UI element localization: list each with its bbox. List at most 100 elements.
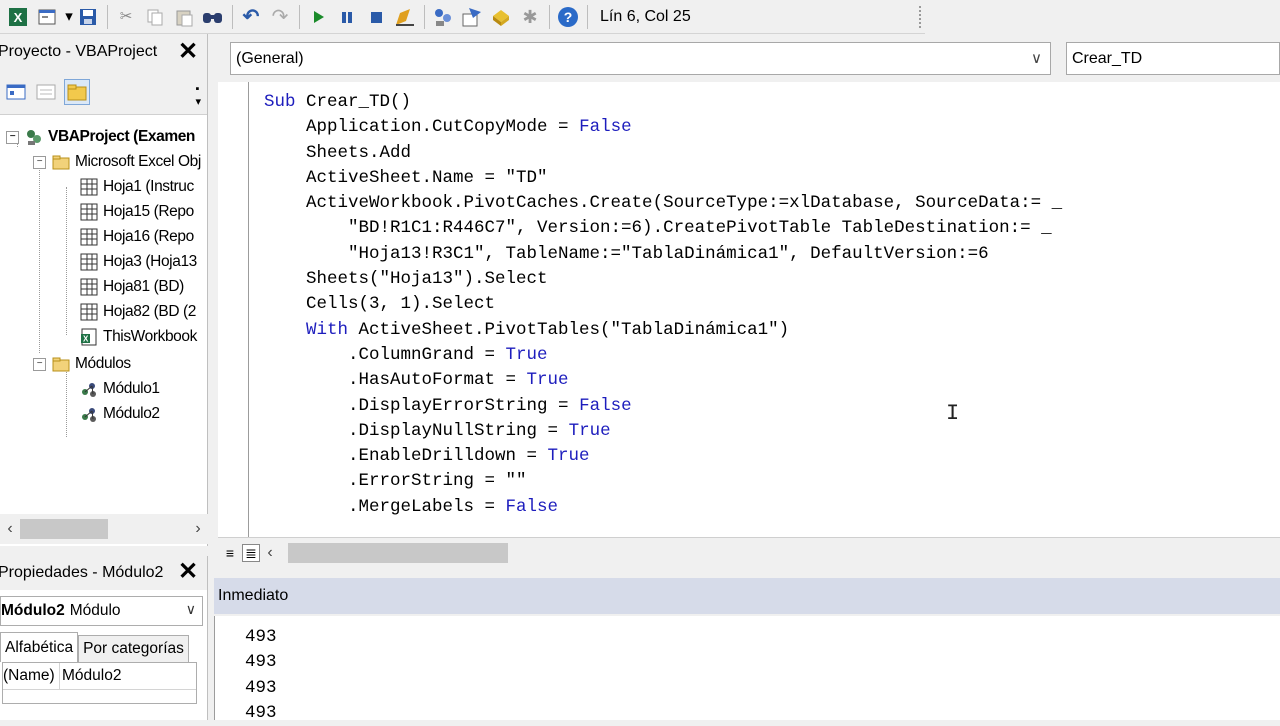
tree-node-module[interactable]: Módulo1 [80,377,160,401]
collapse-icon[interactable]: − [33,155,46,169]
object-combobox[interactable]: (General) ∨ [230,42,1051,75]
margin-indicator-bar[interactable] [218,82,249,537]
procedure-view-icon[interactable]: ≡ [222,545,238,561]
object-selector[interactable]: Módulo2 Módulo ∨ [0,596,203,626]
project-pane-title: Proyecto - VBAProject [0,43,158,60]
property-value[interactable]: Módulo2 [60,667,121,685]
procedure-combobox[interactable]: Crear_TD [1066,42,1280,75]
help-icon[interactable]: ? [556,5,580,29]
scroll-left-icon[interactable]: ‹ [0,520,20,538]
code-line[interactable]: Application.CutCopyMode = False [264,115,1062,140]
chevron-down-icon[interactable]: ∨ [1031,49,1042,67]
code-line[interactable]: ActiveWorkbook.PivotCaches.Create(Source… [264,191,1062,216]
tree-node-sheet[interactable]: Hoja3 (Hoja13 [80,250,197,274]
code-token: ActiveSheet.Name = "TD" [264,167,548,188]
code-text[interactable]: Sub Crear_TD() Application.CutCopyMode =… [264,90,1062,520]
toggle-folders-icon[interactable] [64,79,90,105]
tree-node-sheet[interactable]: Hoja15 (Repo [80,200,194,224]
project-horizontal-scrollbar[interactable]: ‹ › [0,514,208,544]
find-icon[interactable] [201,5,225,29]
view-object-icon[interactable] [34,80,58,104]
close-icon[interactable]: ✕ [175,559,201,585]
code-token: .DisplayErrorString = [264,395,580,416]
code-line[interactable]: .MergeLabels = False [264,495,1062,520]
module-icon [80,380,98,398]
code-token: Crear_TD() [306,92,412,112]
procedure-combobox-value: Crear_TD [1072,49,1143,67]
collapse-icon[interactable]: − [33,357,46,371]
object-browser-icon[interactable] [489,5,513,29]
code-horizontal-scrollbar[interactable]: ≡ ≣ ‹ [218,537,1280,567]
project-explorer-icon[interactable] [431,5,455,29]
code-line[interactable]: .EnableDrilldown = True [264,444,1062,469]
toolbox-icon[interactable]: ✱ [518,5,542,29]
code-line[interactable]: .ErrorString = "" [264,469,1062,494]
collapse-icon[interactable]: − [6,130,19,144]
chevron-down-icon[interactable]: ∨ [186,601,196,618]
tree-label: Hoja16 (Repo [103,228,194,245]
full-module-view-icon[interactable]: ≣ [242,543,260,562]
code-line[interactable]: "BD!R1C1:R446C7", Version:=6).CreatePivo… [264,216,1062,241]
properties-grid: (Name) Módulo2 [2,662,197,704]
folder-open-icon [52,355,70,373]
tab-alfabetica[interactable]: Alfabética [0,632,79,662]
excel-icon[interactable]: X [6,5,30,29]
paste-icon[interactable] [172,5,196,29]
cut-icon[interactable]: ✂ [114,5,138,29]
dropdown-arrow-icon[interactable]: ▾ [64,5,74,29]
close-icon[interactable]: ✕ [175,39,201,65]
tree-node-root[interactable]: − VBAProject (Examen [6,125,195,149]
code-line[interactable]: "Hoja13!R3C1", TableName:="TablaDinámica… [264,242,1062,267]
immediate-output[interactable]: 493 493 493 493 [245,625,277,726]
tree-node-modules-folder[interactable]: − Módulos [33,352,131,376]
copy-icon[interactable] [143,5,167,29]
design-mode-icon[interactable] [393,5,417,29]
tree-label: Módulo2 [103,405,160,422]
scroll-left-icon[interactable]: ‹ [260,544,280,562]
code-editor[interactable]: Sub Crear_TD() Application.CutCopyMode =… [218,82,1280,537]
tree-node-sheet[interactable]: Hoja82 (BD (2 [80,300,196,324]
code-keyword: With [264,319,359,340]
code-line[interactable]: .DisplayNullString = True [264,419,1062,444]
tree-node-excel-objects[interactable]: − Microsoft Excel Obj [33,150,201,174]
code-keyword: True [526,370,569,391]
view-code-icon[interactable] [4,80,28,104]
code-line[interactable]: .DisplayErrorString = False [264,394,1062,419]
tree-node-thisworkbook[interactable]: X ThisWorkbook [80,325,197,349]
tab-por-categorias[interactable]: Por categorías [78,635,189,662]
code-line[interactable]: With ActiveSheet.PivotTables("TablaDinám… [264,318,1062,343]
toolbar-grip[interactable] [909,5,921,28]
insert-userform-icon[interactable] [35,5,59,29]
properties-icon[interactable] [460,5,484,29]
property-row[interactable]: (Name) Módulo2 [3,663,196,690]
reset-icon[interactable] [364,5,388,29]
pane-grip-icon[interactable]: ▪ ▾ [195,83,201,108]
folder-open-icon [52,153,70,171]
code-line[interactable]: Cells(3, 1).Select [264,292,1062,317]
toolbar-separator [549,4,550,29]
code-line[interactable]: ActiveSheet.Name = "TD" [264,166,1062,191]
code-line[interactable]: .ColumnGrand = True [264,343,1062,368]
immediate-window[interactable]: 493 493 493 493 [214,616,1280,723]
undo-icon[interactable]: ↶ [239,5,263,29]
scroll-thumb[interactable] [288,542,508,563]
vbaproject-icon [25,128,43,146]
object-name: Módulo2 [1,602,65,619]
save-icon[interactable] [76,5,100,29]
tree-node-sheet[interactable]: Hoja16 (Repo [80,225,194,249]
code-line[interactable]: .HasAutoFormat = True [264,368,1062,393]
tree-node-sheet[interactable]: Hoja81 (BD) [80,275,184,299]
tree-node-module[interactable]: Módulo2 [80,402,160,426]
code-line[interactable]: Sub Crear_TD() [264,90,1062,115]
scroll-right-icon[interactable]: › [188,520,208,538]
code-line[interactable]: Sheets.Add [264,141,1062,166]
break-icon[interactable] [335,5,359,29]
scroll-thumb[interactable] [20,519,108,539]
redo-icon[interactable]: ↷ [268,5,292,29]
tree-node-sheet[interactable]: Hoja1 (Instruc [80,175,194,199]
project-explorer: Proyecto - VBAProject ✕ ▪ ▾ − VBAProject … [0,34,208,546]
code-line[interactable]: Sheets("Hoja13").Select [264,267,1062,292]
run-icon[interactable] [306,5,330,29]
code-keyword: True [505,344,548,365]
standard-toolbar: X ▾ ✂ ↶ ↷ ✱ ? Lín 6, Col 25 [0,0,925,34]
